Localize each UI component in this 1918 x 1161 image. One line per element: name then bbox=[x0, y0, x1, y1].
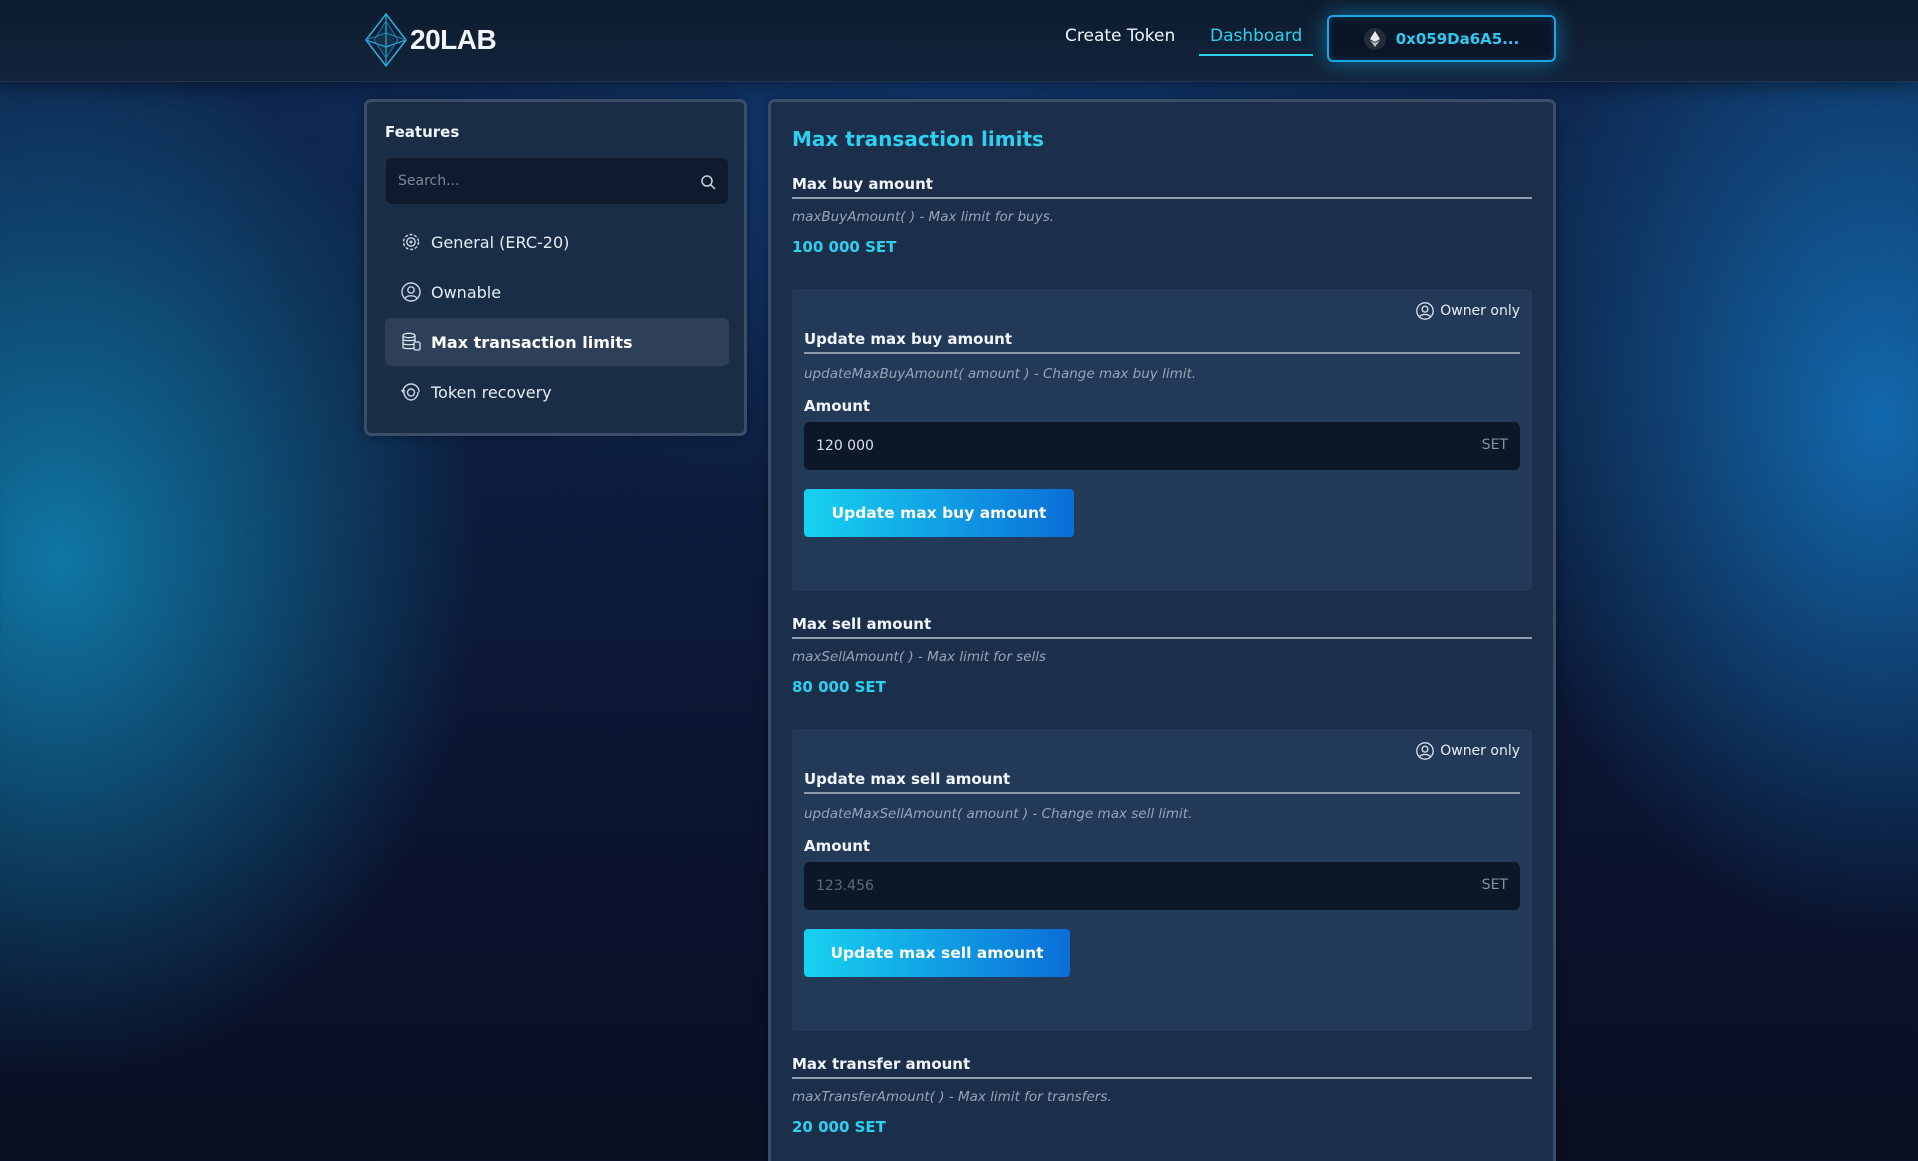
card-description: updateMaxBuyAmount( amount ) - Change ma… bbox=[804, 366, 1197, 382]
sidebar-item-label: Token recovery bbox=[431, 382, 552, 402]
settings-cog-icon bbox=[400, 231, 422, 253]
section-label: Max sell amount bbox=[792, 615, 1532, 639]
max-buy-amount-input[interactable] bbox=[804, 422, 1520, 470]
update-max-buy-button[interactable]: Update max buy amount bbox=[804, 489, 1074, 537]
max-transfer-value: 20 000 SET bbox=[792, 1118, 886, 1136]
top-header: 20LAB Create Token Dashboard 0x059Da6A5.… bbox=[0, 0, 1918, 82]
update-max-buy-card: Owner only Update max buy amount updateM… bbox=[792, 289, 1532, 591]
section-description: maxSellAmount( ) - Max limit for sells bbox=[792, 649, 1047, 665]
max-sell-amount-field: SET bbox=[804, 862, 1520, 910]
section-label: Max buy amount bbox=[792, 175, 1532, 199]
max-buy-value: 100 000 SET bbox=[792, 238, 897, 256]
main-panel: Max transaction limits Max buy amount ma… bbox=[768, 99, 1556, 1161]
sidebar-item-label: Ownable bbox=[431, 282, 502, 302]
max-sell-value: 80 000 SET bbox=[792, 678, 886, 696]
coin-stack-icon bbox=[400, 331, 422, 353]
owner-only-badge: Owner only bbox=[1415, 741, 1520, 761]
user-circle-icon bbox=[1416, 302, 1435, 320]
search-icon[interactable] bbox=[700, 174, 716, 190]
sidebar-item-ownable[interactable]: Ownable bbox=[385, 268, 729, 316]
owner-only-label: Owner only bbox=[1440, 303, 1520, 319]
sidebar-item-general[interactable]: General (ERC-20) bbox=[385, 218, 729, 266]
section-description: maxTransferAmount( ) - Max limit for tra… bbox=[792, 1089, 1112, 1105]
nav-dashboard[interactable]: Dashboard bbox=[1199, 26, 1314, 56]
max-buy-section: Max buy amount maxBuyAmount( ) - Max lim… bbox=[792, 175, 1532, 256]
ethereum-icon bbox=[1363, 27, 1386, 50]
max-buy-amount-field: SET bbox=[804, 422, 1520, 470]
card-description: updateMaxSellAmount( amount ) - Change m… bbox=[804, 806, 1193, 822]
amount-label: Amount bbox=[804, 837, 871, 855]
max-sell-amount-input[interactable] bbox=[804, 862, 1520, 910]
features-sidebar: Features General (ERC-20) bbox=[364, 99, 747, 436]
sidebar-item-label: General (ERC-20) bbox=[431, 232, 570, 252]
page-title: Max transaction limits bbox=[792, 127, 1044, 151]
update-max-sell-card: Owner only Update max sell amount update… bbox=[792, 729, 1532, 1031]
max-transfer-section: Max transfer amount maxTransferAmount( )… bbox=[792, 1055, 1532, 1136]
max-sell-section: Max sell amount maxSellAmount( ) - Max l… bbox=[792, 615, 1532, 696]
user-circle-icon bbox=[400, 281, 422, 303]
unit-label: SET bbox=[1481, 877, 1508, 893]
card-label: Update max sell amount bbox=[804, 770, 1520, 794]
logo[interactable]: 20LAB bbox=[364, 12, 497, 68]
unit-label: SET bbox=[1481, 437, 1508, 453]
user-circle-icon bbox=[1416, 742, 1435, 760]
section-label: Max transfer amount bbox=[792, 1055, 1532, 1079]
owner-only-badge: Owner only bbox=[1415, 301, 1520, 321]
wallet-button[interactable]: 0x059Da6A5... bbox=[1327, 15, 1556, 62]
logo-diamond-icon bbox=[364, 13, 408, 67]
recovery-icon bbox=[400, 381, 422, 403]
sidebar-item-token-recovery[interactable]: Token recovery bbox=[385, 368, 729, 416]
sidebar-item-label: Max transaction limits bbox=[431, 332, 633, 352]
owner-only-label: Owner only bbox=[1440, 743, 1520, 759]
search-box bbox=[385, 157, 729, 205]
sidebar-title: Features bbox=[385, 123, 460, 141]
search-input[interactable] bbox=[386, 158, 728, 204]
section-description: maxBuyAmount( ) - Max limit for buys. bbox=[792, 209, 1055, 225]
amount-label: Amount bbox=[804, 397, 871, 415]
nav-create-token[interactable]: Create Token bbox=[1065, 26, 1175, 46]
update-max-sell-button[interactable]: Update max sell amount bbox=[804, 929, 1070, 977]
card-label: Update max buy amount bbox=[804, 330, 1520, 354]
logo-text: 20LAB bbox=[410, 24, 497, 55]
sidebar-item-max-transaction-limits[interactable]: Max transaction limits bbox=[385, 318, 729, 366]
feature-menu: General (ERC-20) Ownable Max transaction… bbox=[385, 218, 729, 418]
wallet-address: 0x059Da6A5... bbox=[1395, 29, 1520, 48]
